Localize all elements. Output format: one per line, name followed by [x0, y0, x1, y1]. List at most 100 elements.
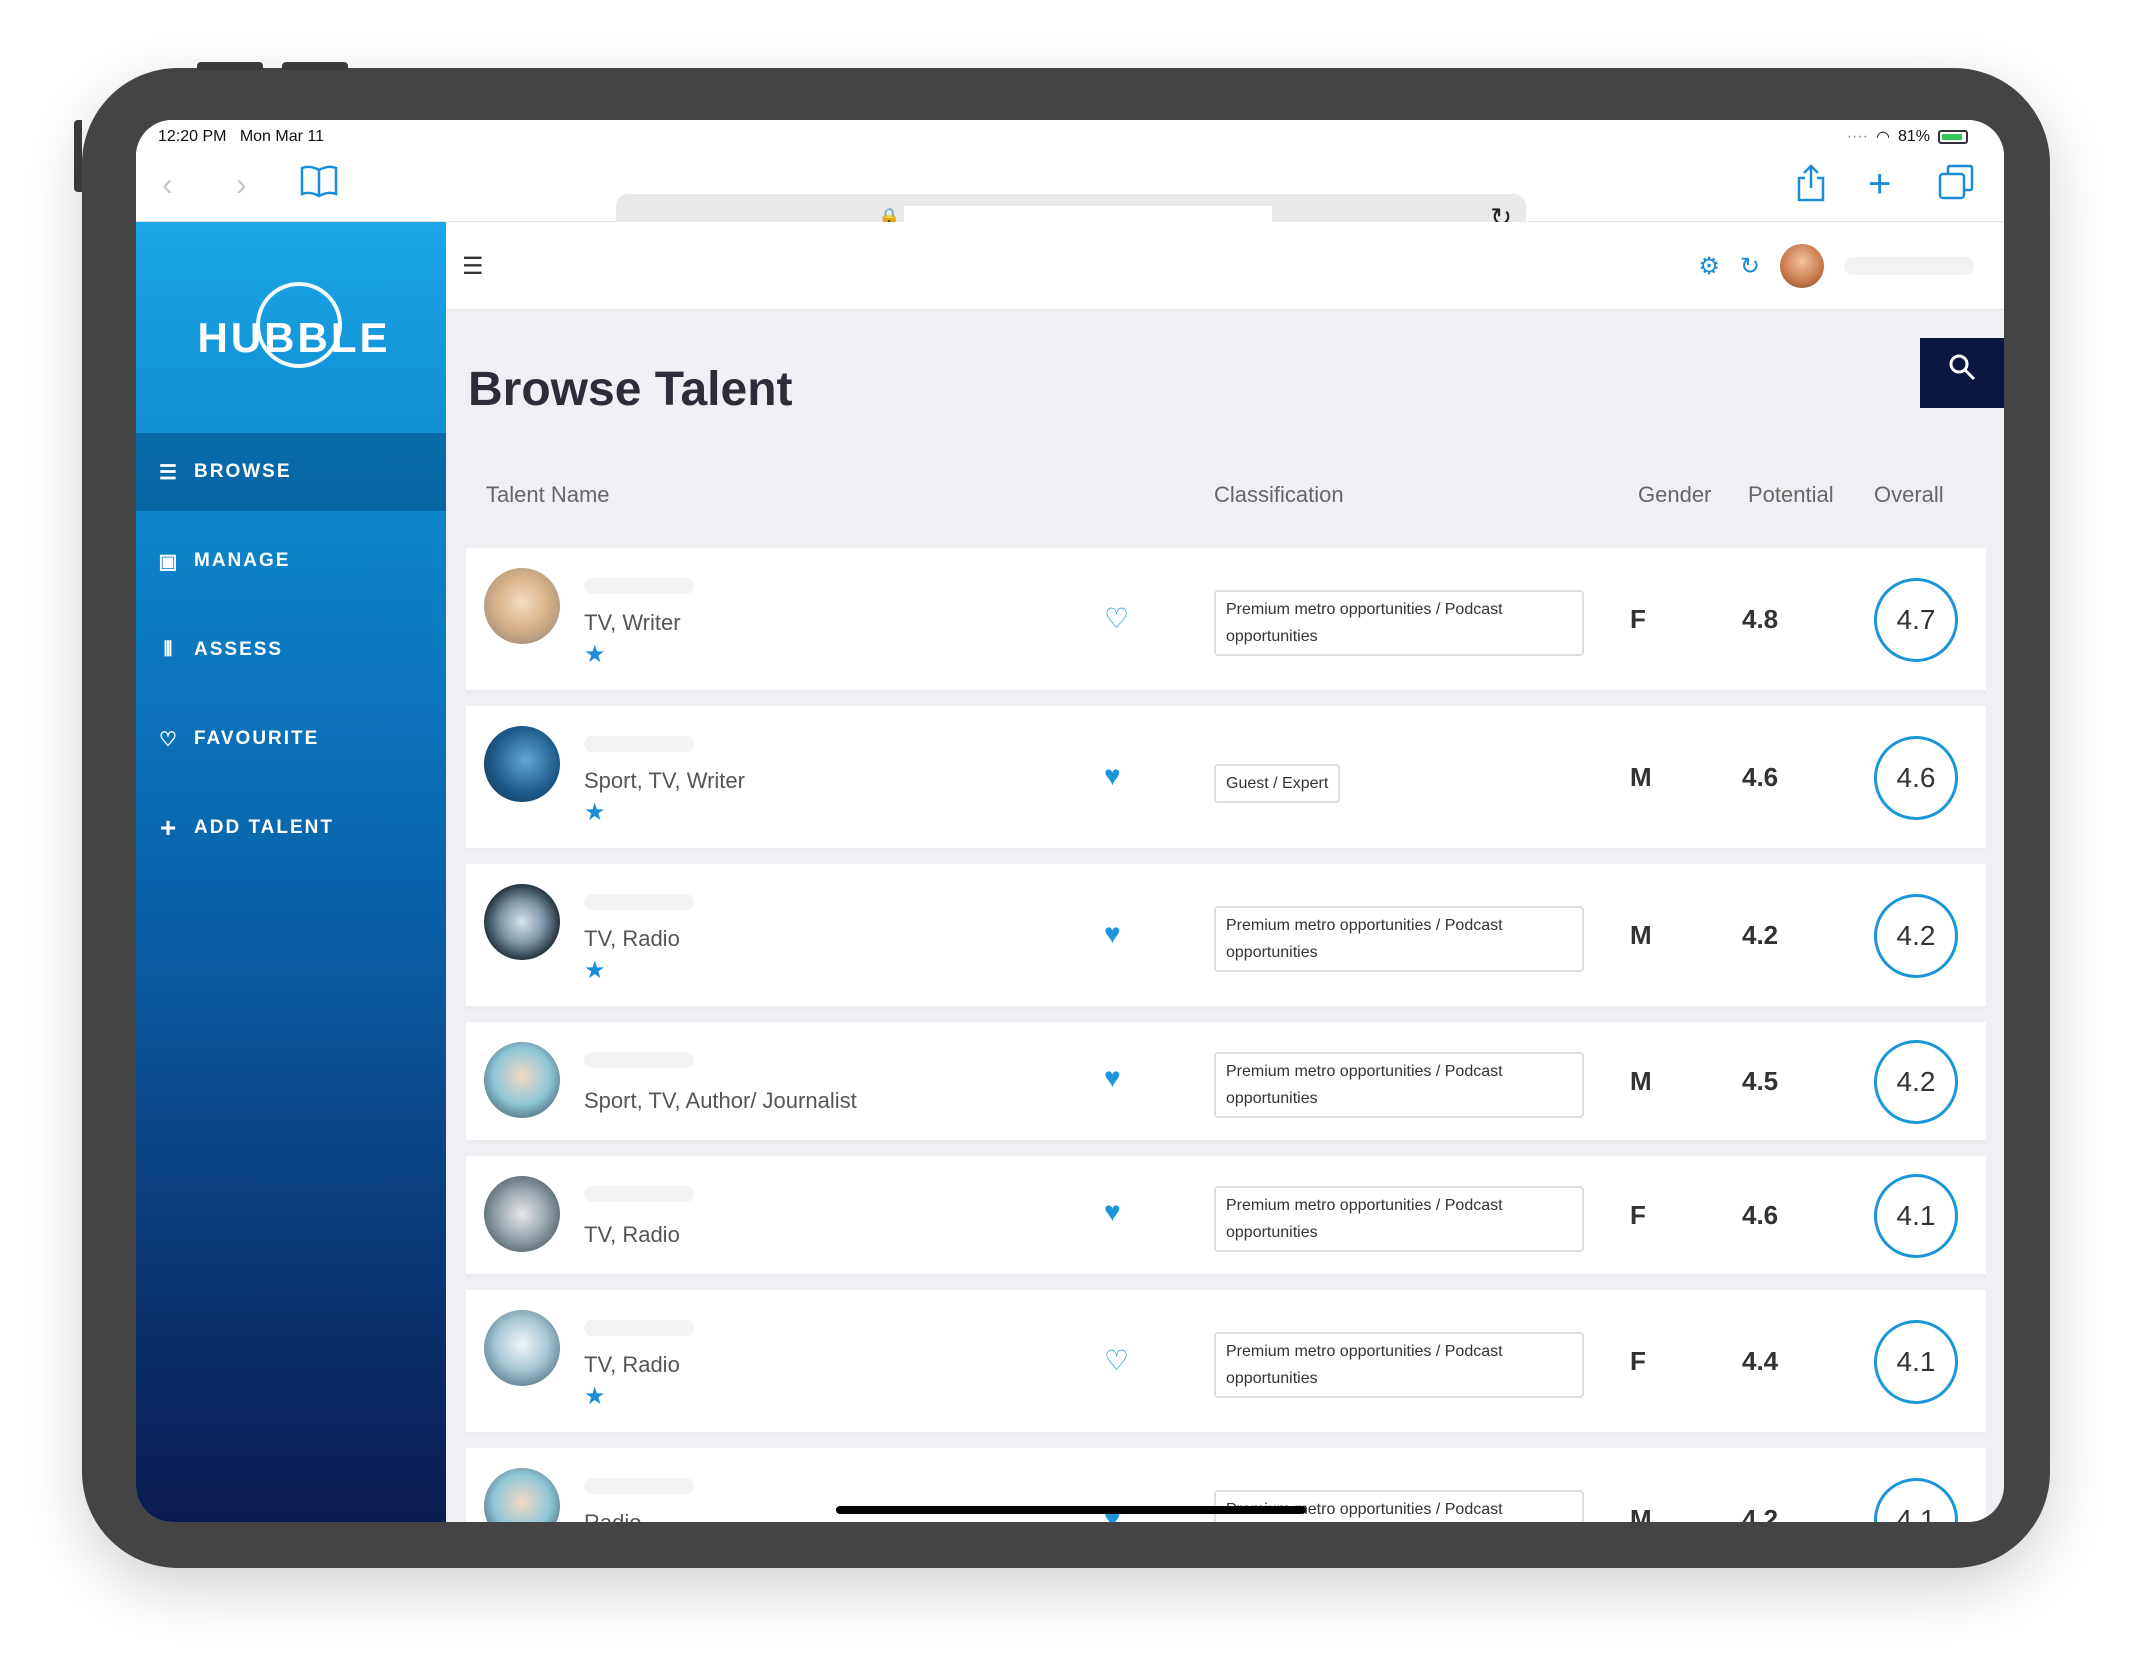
column-header-name[interactable]: Talent Name [486, 482, 610, 508]
potential-value: 4.4 [1742, 1346, 1779, 1376]
column-header-gender[interactable]: Gender [1638, 482, 1711, 508]
heart-filled-icon[interactable]: ♥ [1104, 760, 1121, 792]
refresh-icon[interactable]: ↻ [1740, 252, 1760, 281]
classification-badge: Guest / Expert [1214, 764, 1341, 803]
table-row[interactable]: TV, Radio ★ ♡ Premium metro opportunitie… [466, 1290, 1986, 1436]
talent-name [584, 1478, 694, 1494]
avatar [484, 568, 560, 644]
overall-score: 4.1 [1874, 1320, 1958, 1404]
talent-categories: TV, Radio [584, 926, 680, 951]
overall-score: 4.6 [1874, 736, 1958, 820]
table-row[interactable]: Sport, TV, Author/ Journalist ♥ Premium … [466, 1022, 1986, 1144]
talent-name [584, 1320, 694, 1336]
menu-toggle-icon[interactable]: ☰ [462, 252, 484, 281]
column-header-potential[interactable]: Potential [1748, 482, 1834, 508]
sidebar-item-assess[interactable]: ⫴ ASSESS [136, 611, 446, 689]
avatar [484, 1310, 560, 1386]
column-header-overall[interactable]: Overall [1874, 482, 1944, 508]
heart-filled-icon[interactable]: ♥ [1104, 1196, 1121, 1228]
list-icon: ☰ [159, 461, 179, 484]
page-title: Browse Talent [468, 363, 793, 416]
potential-value: 4.8 [1742, 604, 1779, 634]
column-header-classification[interactable]: Classification [1214, 482, 1344, 508]
search-button[interactable] [1920, 338, 2004, 408]
talent-name [584, 894, 694, 910]
settings-icon[interactable]: ⚙ [1698, 252, 1720, 281]
overall-score: 4.7 [1874, 578, 1958, 662]
avatar [484, 1176, 560, 1252]
star-icon: ★ [584, 641, 606, 668]
potential-value: 4.6 [1742, 762, 1779, 792]
sidebar-item-manage[interactable]: ▣ MANAGE [136, 522, 446, 600]
avatar [484, 1042, 560, 1118]
sidebar-item-label: BROWSE [194, 461, 292, 482]
gender-value: F [1630, 604, 1646, 634]
talent-categories: TV, Radio [584, 1352, 680, 1377]
classification-badge: Premium metro opportunities / Podcast op… [1214, 1186, 1584, 1252]
user-name[interactable] [1844, 257, 1974, 275]
battery-percent: 81% [1897, 128, 1930, 145]
table-row[interactable]: TV, Writer ★ ♡ Premium metro opportuniti… [466, 548, 1986, 694]
new-tab-icon[interactable]: + [1868, 164, 1891, 204]
gender-value: F [1630, 1346, 1646, 1376]
talent-categories: TV, Radio [584, 1222, 680, 1247]
hardware-button [197, 62, 263, 70]
gender-value: F [1630, 1200, 1646, 1230]
overall-score: 4.2 [1874, 1040, 1958, 1124]
sidebar-item-label: ADD TALENT [194, 817, 334, 838]
battery-icon [1938, 130, 1968, 144]
talent-categories: Radio [584, 1510, 641, 1522]
potential-value: 4.6 [1742, 1200, 1779, 1230]
logo-text: HUBBLE [197, 314, 391, 361]
app-topbar: ☰ ⚙ ↻ [446, 222, 2004, 310]
heart-filled-icon[interactable]: ♥ [1104, 1062, 1121, 1094]
star-icon: ★ [584, 1383, 606, 1410]
gender-value: M [1630, 1066, 1652, 1096]
back-icon[interactable]: ‹ [162, 164, 173, 204]
hubble-logo[interactable]: HUBBLE [194, 282, 394, 382]
sidebar-item-browse[interactable]: ☰ BROWSE [136, 433, 446, 511]
home-indicator[interactable] [836, 1506, 1306, 1514]
status-right: ···· ◠ 81% [1847, 127, 1968, 147]
share-icon[interactable] [1796, 164, 1826, 211]
forward-icon[interactable]: › [236, 164, 247, 204]
avatar[interactable] [1780, 244, 1824, 288]
table-row[interactable]: TV, Radio ★ ♥ Premium metro opportunitie… [466, 864, 1986, 1010]
plus-icon: + [159, 812, 179, 843]
table-row[interactable]: Sport, TV, Writer ★ ♥ Guest / Expert M 4… [466, 706, 1986, 852]
sidebar-item-add-talent[interactable]: + ADD TALENT [136, 789, 446, 867]
tabs-icon[interactable] [1938, 164, 1974, 209]
browser-toolbar: ‹ › 🔒 ↻ + [136, 156, 2004, 244]
potential-value: 4.5 [1742, 1066, 1779, 1096]
talent-name [584, 736, 694, 752]
classification-badge: Premium metro opportunities / Podcast op… [1214, 1332, 1584, 1398]
heart-filled-icon[interactable]: ♥ [1104, 918, 1121, 950]
classification-badge: Premium metro opportunities / Podcast op… [1214, 1052, 1584, 1118]
gender-value: M [1630, 1504, 1652, 1522]
date-text: Mon Mar 11 [239, 128, 325, 145]
talent-categories: Sport, TV, Writer [584, 768, 745, 793]
screen: 12:20 PM Mon Mar 11 ···· ◠ 81% ‹ › 🔒 ↻ + [136, 120, 2004, 1522]
classification-badge: Premium metro opportunities / Podcast op… [1214, 906, 1584, 972]
hardware-button [74, 120, 82, 192]
table-row[interactable]: TV, Radio ♥ Premium metro opportunities … [466, 1156, 1986, 1278]
talent-name [584, 1052, 694, 1068]
heart-icon: ♡ [159, 728, 179, 751]
sidebar-item-label: FAVOURITE [194, 728, 320, 749]
star-icon: ★ [584, 799, 606, 826]
calendar-icon: ▣ [158, 550, 180, 573]
overall-score: 4.2 [1874, 894, 1958, 978]
gender-value: M [1630, 920, 1652, 950]
hardware-button [282, 62, 348, 70]
sidebar: HUBBLE ☰ BROWSE ▣ MANAGE ⫴ ASSESS ♡ FAVO… [136, 222, 446, 1522]
star-icon: ★ [584, 957, 606, 984]
overall-score: 4.1 [1874, 1174, 1958, 1258]
sliders-icon: ⫴ [163, 638, 175, 661]
talent-categories: Sport, TV, Author/ Journalist [584, 1088, 857, 1113]
heart-outline-icon[interactable]: ♡ [1104, 1344, 1129, 1377]
wifi-icon: ◠ [1876, 129, 1890, 146]
heart-outline-icon[interactable]: ♡ [1104, 602, 1129, 635]
sidebar-item-label: ASSESS [194, 639, 284, 660]
sidebar-item-favourite[interactable]: ♡ FAVOURITE [136, 700, 446, 778]
bookmarks-icon[interactable] [300, 164, 338, 209]
